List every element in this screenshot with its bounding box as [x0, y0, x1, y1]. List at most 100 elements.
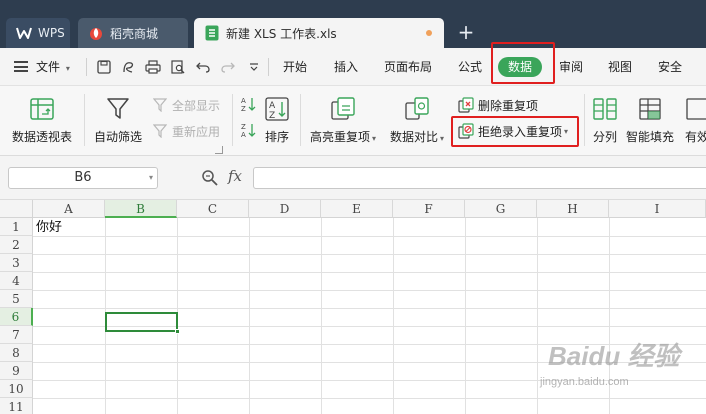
split-columns-icon: [592, 96, 618, 122]
tab-review[interactable]: 审阅: [559, 48, 583, 86]
print-icon[interactable]: [145, 59, 161, 75]
sort-az-icon: AZ: [264, 96, 290, 122]
row-header-10[interactable]: 10: [0, 380, 33, 398]
tab-wps[interactable]: WPS: [6, 18, 70, 48]
column-header-f[interactable]: F: [393, 200, 465, 218]
column-header-d[interactable]: D: [249, 200, 321, 218]
wps-logo-icon: [16, 25, 32, 41]
chevron-down-icon: ▾: [65, 64, 70, 73]
data-compare-icon: [404, 96, 430, 122]
pivot-table-button[interactable]: 数据透视表: [12, 96, 72, 145]
validity-icon: [684, 96, 706, 122]
tab-bar: WPS 稻壳商城 新建 XLS 工作表.xls +: [0, 0, 706, 48]
tab-home[interactable]: 开始: [283, 48, 307, 86]
grid-line: [33, 272, 706, 273]
unsaved-dot-icon: [426, 30, 432, 36]
remove-duplicates-icon: [458, 97, 474, 113]
chevron-down-icon[interactable]: ▾: [149, 168, 153, 188]
new-tab-plus-icon[interactable]: +: [456, 21, 476, 45]
auto-filter-label: 自动筛选: [94, 130, 143, 144]
select-all-corner[interactable]: [0, 200, 33, 218]
watermark-url: jingyan.baidu.com: [540, 376, 629, 388]
grid-line: [33, 254, 706, 255]
tab-security[interactable]: 安全: [658, 48, 682, 86]
undo-icon[interactable]: [195, 59, 211, 75]
name-box[interactable]: B6 ▾: [8, 167, 158, 189]
grid-line: [321, 218, 322, 414]
row-header-1[interactable]: 1: [0, 218, 33, 236]
baidu-jingyan-watermark: Baidu 经验 jingyan.baidu.com: [540, 336, 700, 410]
remove-duplicates-button[interactable]: 删除重复项: [458, 96, 538, 114]
grid-line: [393, 218, 394, 414]
reapply-label: 重新应用: [172, 124, 221, 139]
fill-handle[interactable]: [175, 329, 180, 334]
svg-text:Z: Z: [241, 123, 246, 131]
menu-bar: 文件 ▾ 开始 插入 页面布局 公式 数据 审阅 视图 安全: [0, 48, 706, 86]
row-header-5[interactable]: 5: [0, 290, 33, 308]
smart-fill-button[interactable]: 智能填充: [626, 96, 674, 145]
redo-icon[interactable]: [220, 59, 236, 75]
svg-text:A: A: [241, 131, 246, 138]
tab-page-layout[interactable]: 页面布局: [384, 48, 432, 86]
dialog-launcher-icon[interactable]: [215, 146, 223, 154]
tab-view[interactable]: 视图: [608, 48, 632, 86]
hamburger-menu-icon[interactable]: [14, 61, 28, 72]
row-header-3[interactable]: 3: [0, 254, 33, 272]
insert-function-fx-icon[interactable]: fx: [228, 167, 242, 185]
grid-line: [33, 290, 706, 291]
grid-line: [33, 236, 706, 237]
row-header-9[interactable]: 9: [0, 362, 33, 380]
column-header-b[interactable]: B: [105, 200, 177, 218]
tab-label: 新建 XLS 工作表.xls: [226, 26, 337, 41]
row-header-2[interactable]: 2: [0, 236, 33, 254]
watermark-logo-text: Baidu 经验: [548, 341, 680, 371]
data-compare-label: 数据对比 ▾: [390, 130, 445, 144]
row-header-4[interactable]: 4: [0, 272, 33, 290]
column-header-h[interactable]: H: [537, 200, 609, 218]
validity-button[interactable]: 有效: [684, 96, 706, 145]
cell-reference: B6: [74, 170, 92, 185]
sort-label: 排序: [264, 130, 289, 144]
column-header-e[interactable]: E: [321, 200, 393, 218]
remove-duplicates-label: 删除重复项: [478, 98, 539, 113]
data-ribbon: 数据透视表 自动筛选 全部显示 重新应用 AZ ZA AZ 排序 高亮重复项 ▾…: [0, 86, 706, 156]
column-header-a[interactable]: A: [33, 200, 105, 218]
print-preview-icon[interactable]: [170, 59, 186, 75]
formula-input[interactable]: [253, 167, 706, 189]
row-header-6[interactable]: 6: [0, 308, 33, 326]
sort-descending-icon[interactable]: ZA: [240, 122, 256, 138]
pivot-table-label: 数据透视表: [12, 130, 73, 144]
funnel-gear-icon: [152, 97, 168, 113]
highlight-duplicates-icon: [330, 96, 356, 122]
grid-line: [249, 218, 250, 414]
tab-docer-store[interactable]: 稻壳商城: [78, 18, 188, 48]
column-header-i[interactable]: I: [609, 200, 706, 218]
file-menu[interactable]: 文件 ▾: [36, 48, 70, 86]
column-header-g[interactable]: G: [465, 200, 537, 218]
customize-toolbar-chevron-icon[interactable]: [246, 59, 262, 75]
text-to-columns-label: 分列: [592, 130, 617, 144]
cell-a1[interactable]: 你好: [36, 219, 62, 237]
auto-filter-button[interactable]: 自动筛选: [94, 96, 142, 145]
tab-formulas[interactable]: 公式: [458, 48, 482, 86]
row-header-7[interactable]: 7: [0, 326, 33, 344]
magnifier-icon[interactable]: [201, 169, 219, 187]
column-header-c[interactable]: C: [177, 200, 249, 218]
tab-label: WPS: [38, 26, 65, 40]
data-compare-button[interactable]: 数据对比 ▾: [390, 96, 444, 145]
row-header-8[interactable]: 8: [0, 344, 33, 362]
row-header-11[interactable]: 11: [0, 398, 33, 414]
text-to-columns-button[interactable]: 分列: [592, 96, 618, 145]
sort-button[interactable]: AZ 排序: [264, 96, 290, 145]
sort-ascending-icon[interactable]: AZ: [240, 96, 256, 112]
save-icon[interactable]: [96, 59, 112, 75]
tab-insert[interactable]: 插入: [334, 48, 358, 86]
highlight-duplicates-button[interactable]: 高亮重复项 ▾: [310, 96, 376, 145]
tab-workbook[interactable]: 新建 XLS 工作表.xls: [194, 18, 444, 48]
reapply-button[interactable]: 重新应用: [152, 122, 220, 140]
show-all-button[interactable]: 全部显示: [152, 96, 220, 114]
divider: [232, 94, 233, 146]
selected-cell-b6[interactable]: [105, 312, 180, 334]
show-all-label: 全部显示: [172, 98, 221, 113]
output-pdf-icon[interactable]: [120, 59, 136, 75]
